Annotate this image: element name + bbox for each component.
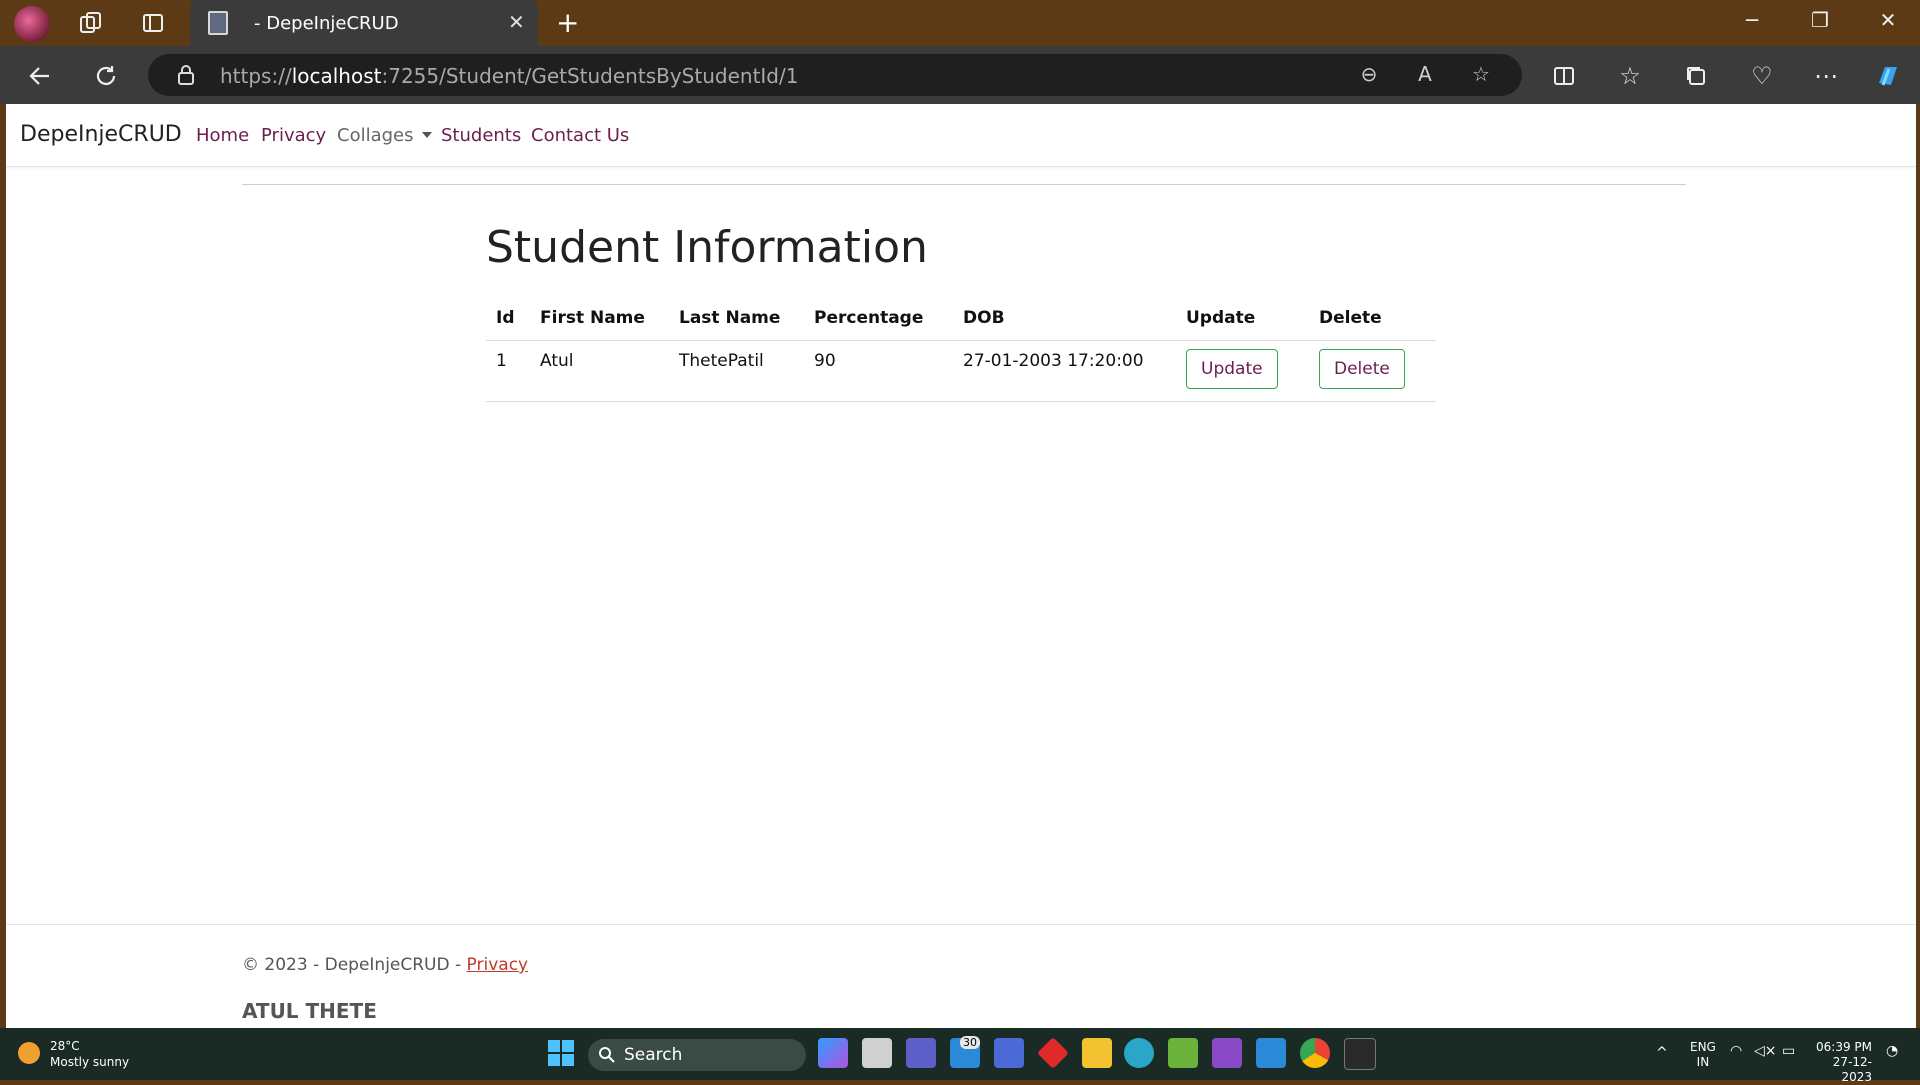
close-window-icon[interactable]: ✕ <box>1868 8 1908 32</box>
battery-icon[interactable]: ▭ <box>1782 1044 1795 1059</box>
back-icon[interactable] <box>22 58 58 94</box>
content-divider <box>242 184 1686 185</box>
vscode-icon[interactable] <box>1256 1038 1286 1068</box>
site-footer: © 2023 - DepeInjeCRUD - Privacy ATUL THE… <box>6 924 1916 1028</box>
region-code: IN <box>1696 1055 1710 1069</box>
caret-down-icon <box>421 132 432 138</box>
restore-icon[interactable]: ❐ <box>1800 8 1840 32</box>
column-header-update: Update <box>1176 300 1309 341</box>
visual-studio-icon[interactable] <box>1212 1038 1242 1068</box>
new-tab-icon[interactable]: + <box>556 6 579 39</box>
clock[interactable]: 06:39 PM 27-12-2023 <box>1810 1040 1872 1085</box>
cell-last-name: ThetePatil <box>669 340 804 402</box>
nav-contact-us[interactable]: Contact Us <box>531 125 629 146</box>
tab-title: - DepeInjeCRUD <box>254 13 399 34</box>
url-host: localhost <box>291 64 382 88</box>
footer-author: ATUL THETE <box>242 999 377 1023</box>
nav-students[interactable]: Students <box>441 125 521 146</box>
column-header-id: Id <box>486 300 530 341</box>
speaker-muted-icon[interactable]: ◁× <box>1754 1044 1777 1059</box>
close-tab-icon[interactable]: ✕ <box>508 10 525 34</box>
lang-code: ENG <box>1690 1040 1716 1054</box>
column-header-percentage: Percentage <box>804 300 953 341</box>
url-text[interactable]: https://localhost:7255/Student/GetStuden… <box>220 64 798 88</box>
wifi-icon[interactable]: ◠ <box>1730 1044 1742 1059</box>
notification-bell-icon[interactable]: ◔ <box>1886 1044 1898 1059</box>
clock-time: 06:39 PM <box>1816 1040 1872 1054</box>
site-navbar: DepeInjeCRUD Home Privacy Collages Stude… <box>6 104 1916 167</box>
power-automate-icon[interactable] <box>994 1038 1024 1068</box>
start-button-icon[interactable] <box>548 1040 574 1066</box>
nav-collages-dropdown[interactable]: Collages <box>337 125 432 146</box>
sun-icon <box>18 1042 40 1064</box>
more-options-icon[interactable]: ⋯ <box>1808 58 1844 94</box>
copilot-app-icon[interactable] <box>818 1038 848 1068</box>
cell-first-name: Atul <box>530 340 669 402</box>
site-brand[interactable]: DepeInjeCRUD <box>20 122 182 147</box>
footer-privacy-link[interactable]: Privacy <box>467 955 529 975</box>
zoom-out-icon[interactable]: ⊖ <box>1354 62 1384 86</box>
task-view-icon[interactable] <box>862 1038 892 1068</box>
cell-dob: 27-01-2003 17:20:00 <box>953 340 1176 402</box>
search-icon <box>599 1047 615 1063</box>
workspaces-icon[interactable] <box>76 8 106 38</box>
chevron-up-icon[interactable]: ^ <box>1656 1046 1668 1061</box>
browser-toolbar: https://localhost:7255/Student/GetStuden… <box>0 46 1920 104</box>
cell-delete: Delete <box>1309 340 1436 402</box>
table-row: 1 Atul ThetePatil 90 27-01-2003 17:20:00… <box>486 340 1436 402</box>
browser-titlebar: - DepeInjeCRUD ✕ + ─ ❐ ✕ <box>0 0 1920 46</box>
refresh-icon[interactable] <box>88 58 124 94</box>
collections-icon[interactable] <box>1678 58 1714 94</box>
column-header-last-name: Last Name <box>669 300 804 341</box>
column-header-delete: Delete <box>1309 300 1436 341</box>
favorites-icon[interactable]: ☆ <box>1612 58 1648 94</box>
page-viewport: DepeInjeCRUD Home Privacy Collages Stude… <box>6 104 1916 1028</box>
weather-desc: Mostly sunny <box>50 1055 130 1069</box>
delete-button[interactable]: Delete <box>1319 349 1405 389</box>
file-explorer-icon[interactable] <box>1082 1038 1112 1068</box>
url-scheme: https:// <box>220 64 292 88</box>
read-aloud-icon[interactable]: A <box>1410 62 1440 86</box>
address-bar[interactable]: https://localhost:7255/Student/GetStuden… <box>148 54 1522 96</box>
edge-icon[interactable] <box>1124 1038 1154 1068</box>
cell-update: Update <box>1176 340 1309 402</box>
students-table: Id First Name Last Name Percentage DOB U… <box>486 300 1436 402</box>
browser-essentials-icon[interactable]: ♡ <box>1744 58 1780 94</box>
cell-percentage: 90 <box>804 340 953 402</box>
profile-avatar[interactable] <box>14 6 50 42</box>
windows-taskbar: 28°C Mostly sunny Search 30 ^ ENG IN ◠ ◁× … <box>0 1028 1920 1084</box>
split-screen-icon[interactable] <box>1546 58 1582 94</box>
nav-privacy[interactable]: Privacy <box>261 125 326 146</box>
copyright-text: © 2023 - DepeInjeCRUD - <box>242 955 467 975</box>
column-header-first-name: First Name <box>530 300 669 341</box>
copilot-icon[interactable] <box>1870 58 1906 94</box>
column-header-dob: DOB <box>953 300 1176 341</box>
teams-icon[interactable] <box>906 1038 936 1068</box>
git-icon[interactable] <box>1037 1037 1069 1069</box>
page-favicon-icon <box>208 11 228 35</box>
chrome-icon[interactable] <box>1300 1038 1330 1068</box>
footer-copyright: © 2023 - DepeInjeCRUD - Privacy <box>242 955 528 975</box>
weather-temp: 28°C <box>50 1039 80 1053</box>
active-tab[interactable]: - DepeInjeCRUD ✕ <box>190 0 538 46</box>
nav-home[interactable]: Home <box>196 125 249 146</box>
url-path: :7255/Student/GetStudentsByStudentId/1 <box>381 64 799 88</box>
nav-collages-label: Collages <box>337 125 414 146</box>
weather-text: 28°C Mostly sunny <box>50 1038 129 1070</box>
search-label: Search <box>624 1045 683 1065</box>
language-indicator[interactable]: ENG IN <box>1690 1040 1716 1070</box>
table-header-row: Id First Name Last Name Percentage DOB U… <box>486 300 1436 341</box>
mail-badge: 30 <box>960 1036 980 1049</box>
update-button[interactable]: Update <box>1186 349 1278 389</box>
terminal-icon[interactable] <box>1344 1038 1376 1070</box>
page-title: Student Information <box>486 222 928 273</box>
lock-icon[interactable] <box>176 63 196 91</box>
app-icon[interactable] <box>1168 1038 1198 1068</box>
minimize-icon[interactable]: ─ <box>1732 8 1772 32</box>
tab-actions-icon[interactable] <box>138 8 168 38</box>
cell-id: 1 <box>486 340 530 402</box>
favorite-star-icon[interactable]: ☆ <box>1466 62 1496 86</box>
taskbar-search[interactable]: Search <box>588 1039 806 1071</box>
